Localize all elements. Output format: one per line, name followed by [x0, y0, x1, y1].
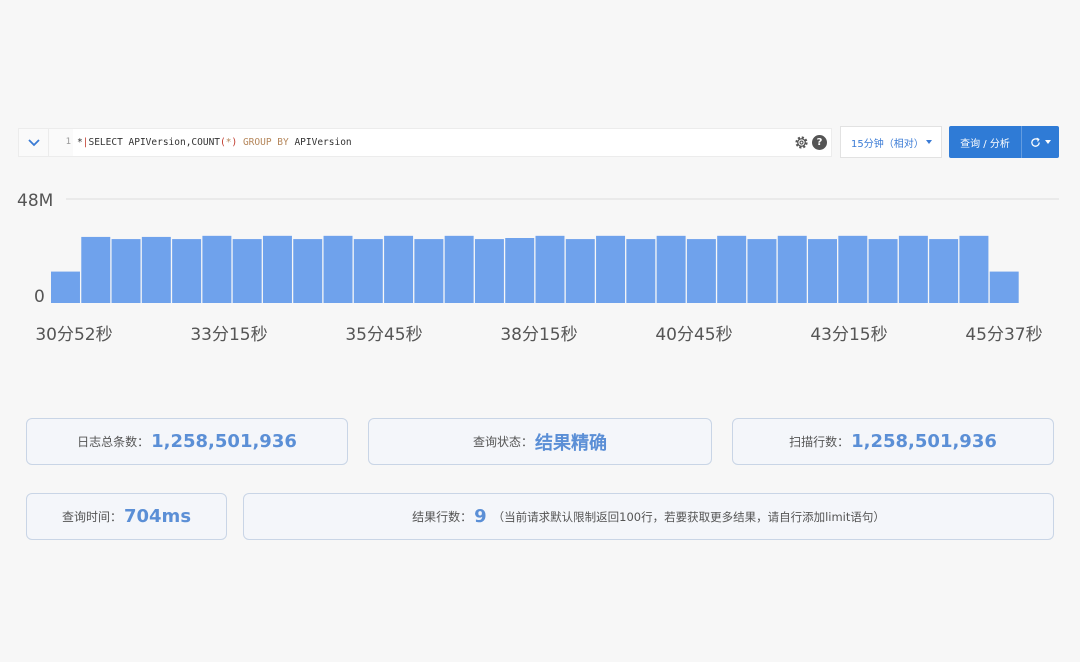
- histogram-bar: [323, 235, 353, 303]
- refresh-dropdown-button[interactable]: [1022, 137, 1059, 148]
- histogram-bar: [838, 235, 868, 303]
- line-number: 1: [49, 129, 73, 156]
- code-group-field: APIVersion: [288, 137, 352, 148]
- histogram-bar: [232, 239, 262, 303]
- time-range-select[interactable]: 15分钟（相对）: [840, 126, 942, 158]
- query-analyze-button[interactable]: 查询 / 分析: [949, 135, 1021, 150]
- histogram-bar: [717, 235, 747, 303]
- histogram-bar: [565, 239, 595, 303]
- result-rows-note: （当前请求默认限制返回100行，若要获取更多结果，请自行添加limit语句）: [492, 509, 885, 524]
- query-analyze-button-group: 查询 / 分析: [949, 126, 1059, 158]
- y-tick-label: 0: [34, 287, 45, 307]
- query-status-label: 查询状态：: [472, 435, 533, 449]
- histogram-bar: [81, 236, 111, 303]
- histogram-bar: [505, 238, 535, 303]
- histogram-bar: [686, 239, 716, 303]
- query-editor[interactable]: 1 *|SELECT APIVersion,COUNT(*) GROUP BY …: [18, 128, 832, 157]
- caret-down-icon: [926, 140, 932, 144]
- code-group-keyword: GROUP BY: [237, 137, 289, 148]
- x-tick-label: 43分15秒: [810, 325, 887, 345]
- histogram-bar: [535, 235, 565, 303]
- scanned-rows-card: 扫描行数： 1,258,501,936: [732, 418, 1054, 465]
- histogram-bar: [777, 235, 807, 303]
- histogram-bar: [293, 239, 323, 303]
- code-select-keyword: SELECT: [88, 137, 123, 148]
- histogram-bar: [898, 235, 928, 303]
- result-rows-card: 结果行数： 9 （当前请求默认限制返回100行，若要获取更多结果，请自行添加li…: [243, 493, 1054, 540]
- histogram-bar: [111, 239, 141, 303]
- histogram-bar: [262, 235, 292, 303]
- x-tick-label: 40分45秒: [655, 325, 732, 345]
- histogram-bar: [202, 235, 232, 303]
- histogram-bar: [384, 235, 414, 303]
- time-range-label: 15分钟（相对）: [851, 138, 924, 150]
- refresh-icon: [1031, 137, 1040, 147]
- query-code[interactable]: *|SELECT APIVersion,COUNT(*) GROUP BY AP…: [77, 129, 352, 156]
- histogram-bar: [656, 235, 686, 303]
- histogram-bar: [626, 239, 656, 303]
- histogram-bar: [474, 239, 504, 303]
- help-icon[interactable]: ?: [812, 135, 827, 150]
- x-tick-label: 30分52秒: [35, 325, 112, 345]
- histogram-bar: [172, 239, 202, 303]
- histogram-chart: 48M 0 30分52秒 33分15秒 35分45秒 38分15秒 40分45秒 43分15秒…: [0, 180, 1080, 350]
- histogram-bar: [414, 239, 444, 303]
- code-fields: APIVersion,COUNT: [122, 137, 221, 148]
- histogram-bar: [959, 235, 989, 303]
- y-tick-label: 48M: [17, 191, 53, 211]
- total-logs-card: 日志总条数： 1,258,501,936: [26, 418, 348, 465]
- query-time-value: 704ms: [123, 506, 192, 527]
- scanned-rows-value: 1,258,501,936: [851, 431, 997, 452]
- collapse-button[interactable]: [19, 129, 49, 156]
- total-logs-value: 1,258,501,936: [151, 431, 297, 452]
- histogram-bar: [596, 235, 626, 303]
- scanned-rows-label: 扫描行数：: [789, 435, 850, 449]
- caret-down-icon: [1045, 140, 1051, 144]
- x-tick-label: 38分15秒: [500, 325, 577, 345]
- query-time-card: 查询时间： 704ms: [26, 493, 227, 540]
- total-logs-label: 日志总条数：: [77, 435, 150, 449]
- x-tick-label: 35分45秒: [345, 325, 422, 345]
- histogram-bar: [929, 239, 959, 303]
- result-rows-label: 结果行数：: [412, 510, 473, 524]
- histogram-bar: [51, 271, 80, 303]
- gear-icon[interactable]: [794, 135, 809, 150]
- histogram-bar: [989, 271, 1019, 303]
- query-status-value: 结果精确: [535, 432, 607, 454]
- query-status-card: 查询状态： 结果精确: [368, 418, 712, 465]
- histogram-svg: 48M 0 30分52秒 33分15秒 35分45秒 38分15秒 40分45秒 43分15秒…: [17, 191, 1059, 345]
- histogram-bar: [444, 235, 474, 303]
- histogram-bar: [353, 239, 383, 303]
- histogram-bar: [808, 239, 838, 303]
- result-rows-value: 9: [474, 506, 487, 527]
- histogram-bar: [747, 239, 777, 303]
- histogram-bar: [868, 239, 898, 303]
- histogram-bar: [141, 236, 171, 303]
- query-bar: 1 *|SELECT APIVersion,COUNT(*) GROUP BY …: [18, 125, 1060, 159]
- chevron-down-icon: [27, 138, 40, 146]
- x-tick-label: 45分37秒: [965, 325, 1042, 345]
- query-time-label: 查询时间：: [61, 510, 122, 524]
- x-tick-label: 33分15秒: [190, 325, 267, 345]
